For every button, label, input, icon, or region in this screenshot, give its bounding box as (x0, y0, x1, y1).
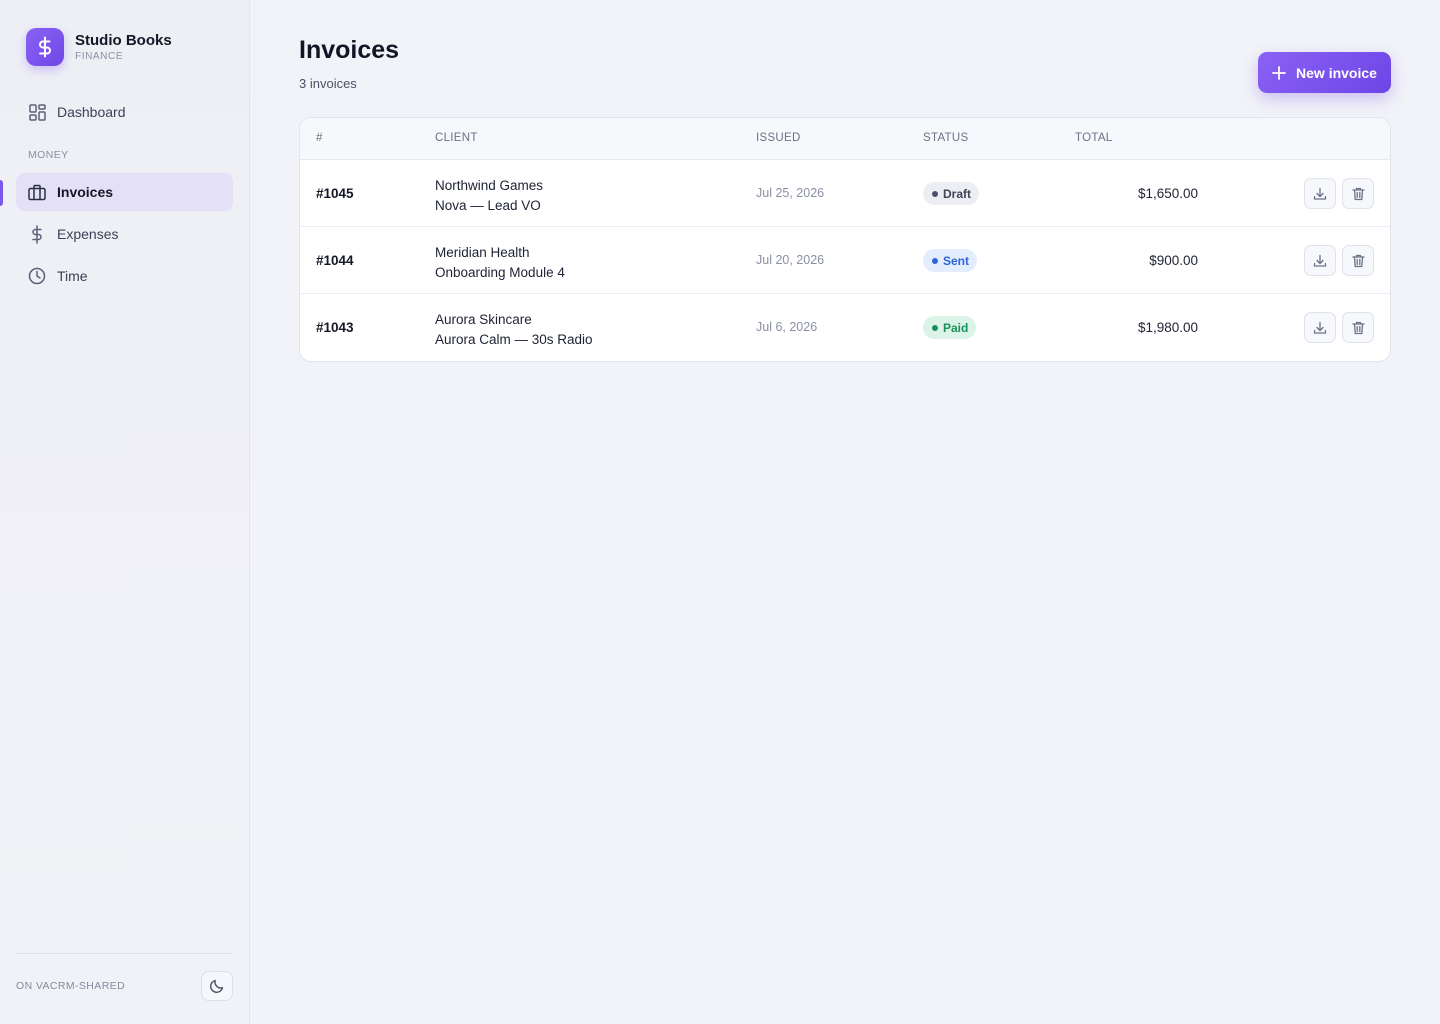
table-row[interactable]: #1045 Northwind Games Nova — Lead VO Jul… (300, 160, 1390, 227)
sidebar-item-invoices[interactable]: Invoices (16, 173, 233, 211)
status-cell: Sent (923, 249, 978, 272)
download-button[interactable] (1304, 178, 1336, 209)
briefcase-icon (28, 183, 46, 201)
sidebar-item-dashboard[interactable]: Dashboard (16, 93, 233, 131)
status-dot (932, 190, 938, 197)
client-cell: Aurora Skincare Aurora Calm — 30s Radio (435, 310, 593, 350)
download-button[interactable] (1304, 312, 1336, 343)
brand-name: Studio Books (75, 31, 172, 49)
trash-icon (1351, 321, 1365, 335)
client-name: Aurora Skincare (435, 312, 532, 327)
invoice-total: $1,980.00 (1137, 320, 1198, 335)
workspace-label: ON VACRM-SHARED (16, 980, 126, 992)
download-icon (1313, 187, 1327, 201)
download-icon (1313, 321, 1327, 335)
invoices-table: # CLIENT ISSUED STATUS TOTAL #1045 North… (299, 117, 1391, 362)
sidebar-item-time[interactable]: Time (16, 257, 233, 295)
issued-date: Jul 25, 2026 (756, 186, 825, 200)
sidebar-item-expenses[interactable]: Expenses (16, 215, 233, 253)
invoice-number: #1044 (316, 253, 354, 268)
plus-icon (1272, 65, 1286, 80)
sidebar: Studio Books FINANCE Dashboard MONEY Inv (0, 0, 250, 1024)
sidebar-item-label: Expenses (57, 226, 119, 242)
status-dot (932, 257, 938, 264)
column-header-total[interactable]: TOTAL (1075, 132, 1113, 144)
brand[interactable]: Studio Books FINANCE (26, 28, 172, 66)
sidebar-item-label: Time (57, 268, 88, 284)
trash-icon (1351, 254, 1365, 268)
column-header-client[interactable]: CLIENT (435, 132, 478, 144)
table-row[interactable]: #1043 Aurora Skincare Aurora Calm — 30s … (300, 294, 1390, 361)
grid-icon (28, 103, 46, 121)
download-icon (1313, 254, 1327, 268)
status-label: Draft (943, 186, 972, 201)
dollar-icon (28, 224, 46, 244)
status-dot (932, 324, 938, 331)
page-title: Invoices (299, 36, 400, 64)
active-indicator (0, 180, 3, 206)
moon-icon (209, 978, 225, 994)
sidebar-item-label: Dashboard (57, 104, 126, 120)
new-invoice-label: New invoice (1296, 64, 1377, 81)
client-cell: Northwind Games Nova — Lead VO (435, 176, 543, 216)
status-cell: Draft (923, 182, 980, 205)
delete-button[interactable] (1342, 245, 1374, 276)
client-name: Northwind Games (435, 178, 544, 193)
status-badge: Sent (923, 249, 978, 272)
invoice-count: 3 invoices (299, 76, 357, 91)
clock-icon (28, 267, 46, 285)
client-cell: Meridian Health Onboarding Module 4 (435, 243, 565, 283)
status-cell: Paid (923, 316, 977, 339)
project-name: Aurora Calm — 30s Radio (435, 332, 593, 347)
delete-button[interactable] (1342, 178, 1374, 209)
divider (16, 953, 233, 954)
theme-toggle-button[interactable] (201, 971, 233, 1001)
download-button[interactable] (1304, 245, 1336, 276)
client-name: Meridian Health (435, 245, 530, 260)
brand-subtitle: FINANCE (75, 50, 124, 62)
trash-icon (1351, 187, 1365, 201)
table-row[interactable]: #1044 Meridian Health Onboarding Module … (300, 227, 1390, 294)
issued-date: Jul 6, 2026 (756, 320, 818, 334)
table-header: # CLIENT ISSUED STATUS TOTAL (300, 118, 1390, 160)
project-name: Nova — Lead VO (435, 198, 541, 213)
status-label: Sent (943, 253, 970, 268)
invoice-total: $1,650.00 (1137, 186, 1198, 201)
section-label-money: MONEY (28, 149, 69, 161)
column-header-issued[interactable]: ISSUED (756, 132, 801, 144)
invoice-number: #1043 (316, 320, 354, 335)
column-header-number[interactable]: # (316, 132, 323, 144)
invoice-number: #1045 (316, 186, 354, 201)
column-header-status[interactable]: STATUS (923, 132, 968, 144)
dollar-icon (26, 28, 64, 66)
status-badge: Paid (923, 316, 977, 339)
issued-date: Jul 20, 2026 (756, 253, 825, 267)
sidebar-item-label: Invoices (57, 184, 114, 200)
status-label: Paid (943, 320, 969, 335)
invoice-total: $900.00 (1149, 253, 1198, 268)
status-badge: Draft (923, 182, 980, 205)
delete-button[interactable] (1342, 312, 1374, 343)
new-invoice-button[interactable]: New invoice (1258, 52, 1391, 93)
project-name: Onboarding Module 4 (435, 265, 565, 280)
